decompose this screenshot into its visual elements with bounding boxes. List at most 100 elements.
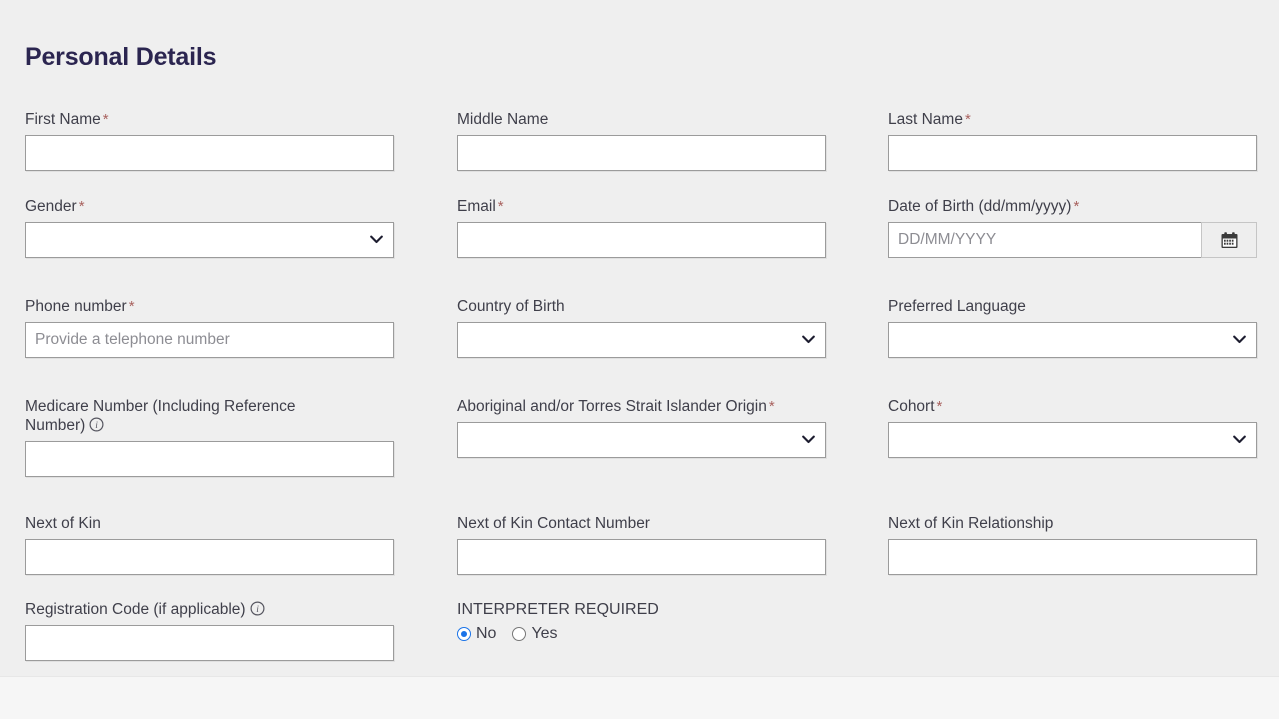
last-name-label: Last Name * — [888, 110, 1257, 129]
aboriginal-origin-select[interactable] — [457, 422, 826, 458]
required-asterisk: * — [936, 398, 943, 415]
calendar-picker-button[interactable] — [1201, 222, 1257, 258]
svg-text:i: i — [96, 421, 99, 431]
preferred-language-label-text: Preferred Language — [888, 298, 1026, 315]
medicare-number-label: Medicare Number (Including Reference Num… — [25, 397, 355, 435]
required-asterisk: * — [102, 111, 109, 128]
preferred-language-select[interactable] — [888, 322, 1257, 358]
radio-yes-indicator[interactable] — [512, 627, 527, 641]
aboriginal-origin-label: Aboriginal and/or Torres Strait Islander… — [457, 397, 826, 416]
calendar-icon — [1220, 231, 1239, 250]
field-next-of-kin-contact-number: Next of Kin Contact Number — [457, 514, 826, 575]
radio-option-yes[interactable]: Yes — [512, 625, 558, 643]
last-name-input[interactable] — [888, 135, 1257, 171]
required-asterisk: * — [964, 111, 971, 128]
personal-details-page: Personal Details First Name * Middle Name… — [0, 0, 1279, 719]
phone-number-label-text: Phone number — [25, 298, 127, 315]
field-aboriginal-origin: Aboriginal and/or Torres Strait Islander… — [457, 397, 826, 458]
field-preferred-language: Preferred Language — [888, 297, 1257, 358]
page-title: Personal Details — [25, 43, 217, 71]
preferred-language-label: Preferred Language — [888, 297, 1257, 316]
date-of-birth-group — [888, 222, 1257, 258]
field-interpreter-required: INTERPRETER REQUIRED No Yes — [457, 600, 826, 643]
gender-label: Gender * — [25, 197, 394, 216]
date-of-birth-input[interactable] — [888, 222, 1201, 258]
next-of-kin-label-text: Next of Kin — [25, 515, 101, 532]
field-next-of-kin: Next of Kin — [25, 514, 394, 575]
bottom-band — [0, 676, 1279, 719]
field-country-of-birth: Country of Birth — [457, 297, 826, 358]
required-asterisk: * — [768, 398, 775, 415]
cohort-label-text: Cohort — [888, 398, 935, 415]
middle-name-input[interactable] — [457, 135, 826, 171]
required-asterisk: * — [497, 198, 504, 215]
required-asterisk: * — [78, 198, 85, 215]
required-asterisk — [1026, 298, 1028, 315]
middle-name-label: Middle Name — [457, 110, 826, 129]
required-asterisk — [565, 298, 567, 315]
cohort-label: Cohort * — [888, 397, 1257, 416]
gender-select[interactable] — [25, 222, 394, 258]
preferred-language-select-wrap — [888, 322, 1257, 358]
required-asterisk: * — [128, 298, 135, 315]
radio-no-label: No — [476, 625, 497, 642]
field-email: Email * — [457, 197, 826, 258]
interpreter-required-label: INTERPRETER REQUIRED — [457, 601, 659, 618]
phone-number-input[interactable] — [25, 322, 394, 358]
aboriginal-origin-label-text: Aboriginal and/or Torres Strait Islander… — [457, 398, 767, 415]
info-icon[interactable]: i — [250, 601, 265, 616]
country-of-birth-label-text: Country of Birth — [457, 298, 565, 315]
required-asterisk: * — [1073, 198, 1080, 215]
interpreter-required-radio-group: No Yes — [457, 625, 826, 643]
date-of-birth-label-text: Date of Birth (dd/mm/yyyy) — [888, 198, 1072, 215]
next-of-kin-contact-number-label: Next of Kin Contact Number — [457, 514, 826, 533]
required-asterisk — [1053, 515, 1055, 532]
email-input[interactable] — [457, 222, 826, 258]
medicare-number-input[interactable] — [25, 441, 394, 477]
cohort-select[interactable] — [888, 422, 1257, 458]
svg-text:i: i — [256, 605, 259, 615]
info-icon[interactable]: i — [89, 417, 104, 432]
next-of-kin-relationship-label: Next of Kin Relationship — [888, 514, 1257, 533]
next-of-kin-relationship-input[interactable] — [888, 539, 1257, 575]
field-registration-code: Registration Code (if applicable) i — [25, 600, 394, 661]
next-of-kin-relationship-label-text: Next of Kin Relationship — [888, 515, 1054, 532]
next-of-kin-label: Next of Kin — [25, 514, 394, 533]
gender-label-text: Gender — [25, 198, 77, 215]
date-of-birth-label: Date of Birth (dd/mm/yyyy) * — [888, 197, 1257, 216]
first-name-input[interactable] — [25, 135, 394, 171]
field-gender: Gender * — [25, 197, 394, 258]
field-cohort: Cohort * — [888, 397, 1257, 458]
required-asterisk — [548, 111, 550, 128]
required-asterisk — [650, 515, 652, 532]
field-medicare-number: Medicare Number (Including Reference Num… — [25, 397, 394, 477]
radio-yes-label: Yes — [531, 625, 558, 642]
field-phone-number: Phone number * — [25, 297, 394, 358]
field-first-name: First Name * — [25, 110, 394, 171]
aboriginal-origin-select-wrap — [457, 422, 826, 458]
radio-option-no[interactable]: No — [457, 625, 496, 643]
next-of-kin-contact-number-input[interactable] — [457, 539, 826, 575]
next-of-kin-input[interactable] — [25, 539, 394, 575]
first-name-label: First Name * — [25, 110, 394, 129]
cohort-select-wrap — [888, 422, 1257, 458]
field-date-of-birth: Date of Birth (dd/mm/yyyy) * — [888, 197, 1257, 258]
radio-no-indicator[interactable] — [457, 627, 471, 641]
country-of-birth-label: Country of Birth — [457, 297, 826, 316]
field-next-of-kin-relationship: Next of Kin Relationship — [888, 514, 1257, 575]
last-name-label-text: Last Name — [888, 111, 963, 128]
country-of-birth-select[interactable] — [457, 322, 826, 358]
gender-select-wrap — [25, 222, 394, 258]
country-of-birth-select-wrap — [457, 322, 826, 358]
form-area: Personal Details First Name * Middle Name… — [0, 0, 1279, 676]
phone-number-label: Phone number * — [25, 297, 394, 316]
email-label: Email * — [457, 197, 826, 216]
required-asterisk — [101, 515, 103, 532]
field-middle-name: Middle Name — [457, 110, 826, 171]
field-last-name: Last Name * — [888, 110, 1257, 171]
medicare-number-label-text: Medicare Number (Including Reference Num… — [25, 398, 296, 434]
registration-code-label: Registration Code (if applicable) i — [25, 600, 394, 619]
email-label-text: Email — [457, 198, 496, 215]
registration-code-input[interactable] — [25, 625, 394, 661]
next-of-kin-contact-number-label-text: Next of Kin Contact Number — [457, 515, 650, 532]
